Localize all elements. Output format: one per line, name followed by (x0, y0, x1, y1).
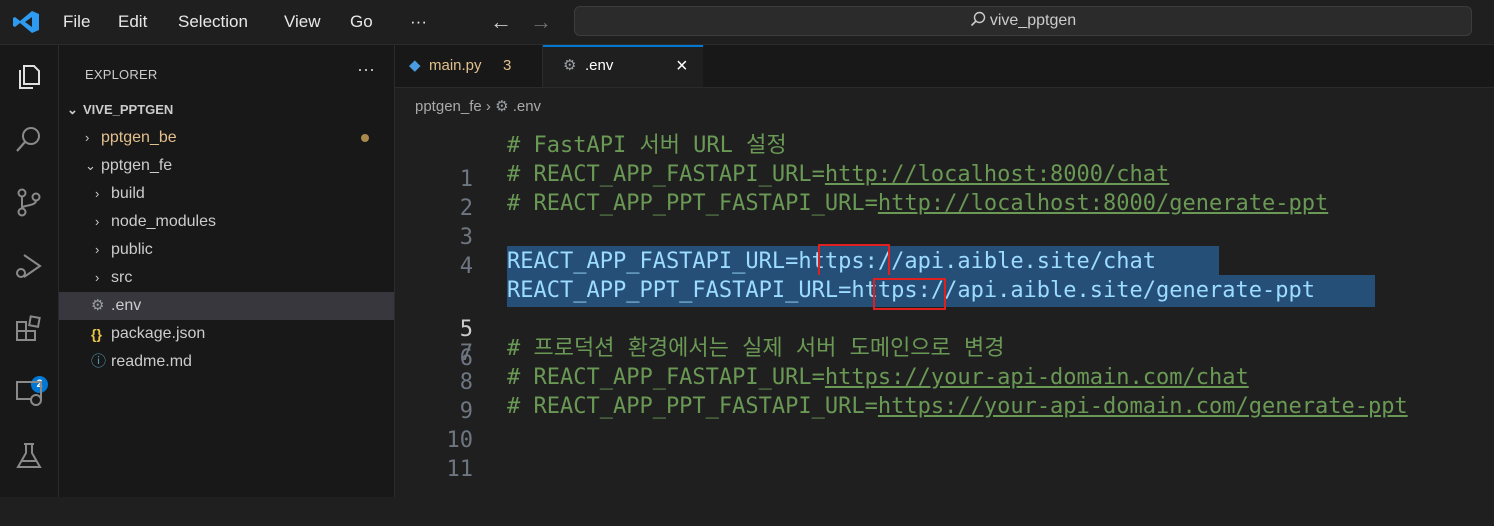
code-link[interactable]: http://localhost:8000/generate-ppt (878, 191, 1328, 216)
menu-more[interactable]: ··· (410, 0, 427, 44)
chevron-right-icon: › (95, 186, 100, 201)
explorer-icon[interactable] (12, 59, 46, 93)
line-number: 11 (446, 457, 474, 482)
forward-arrow-icon[interactable]: → (530, 10, 552, 34)
tree-item-env[interactable]: ⚙ .env (59, 292, 394, 320)
tree-item-label: pptgen_fe (101, 157, 173, 174)
tree-item-label: pptgen_be (101, 129, 177, 146)
chevron-right-icon: › (95, 214, 100, 229)
gear-icon: ⚙ (91, 297, 105, 314)
tree-item-build[interactable]: › build (59, 180, 394, 208)
tree-item-pptgen-fe[interactable]: ⌄ pptgen_fe (59, 152, 394, 180)
extensions-icon[interactable] (12, 313, 46, 347)
back-arrow-icon[interactable]: ← (490, 10, 512, 34)
tree-item-src[interactable]: › src (59, 264, 394, 292)
search-icon (970, 11, 986, 27)
tree-item-label: readme.md (111, 353, 192, 370)
chevron-right-icon: › (85, 130, 90, 145)
python-file-icon: ◆ (409, 57, 421, 74)
chevron-down-icon: ⌄ (67, 102, 78, 117)
title-bar: File Edit Selection View Go ··· ← → vive… (0, 0, 1494, 45)
activity-bar: 2 (0, 45, 59, 497)
menu-view[interactable]: View (284, 0, 321, 44)
tab-env[interactable]: ⚙ .env × (543, 45, 703, 87)
info-icon: ⓘ (91, 353, 107, 370)
tree-item-package-json[interactable]: {} package.json (59, 320, 394, 348)
vscode-logo-icon[interactable] (12, 10, 40, 34)
explorer-more-button[interactable]: ··· (357, 59, 375, 80)
editor-area: ◆ main.py 3 ⚙ .env × pptgen_fe › ⚙ .env … (395, 45, 1494, 497)
tab-bar: ◆ main.py 3 ⚙ .env × (395, 45, 1494, 88)
tree-item-label: node_modules (111, 213, 216, 230)
code-link[interactable]: https://your-api-domain.com/generate-ppt (878, 394, 1408, 419)
explorer-sidebar: EXPLORER ··· ⌄ VIVE_PPTGEN › pptgen_be ⌄… (59, 45, 395, 497)
tree-item-node-modules[interactable]: › node_modules (59, 208, 394, 236)
json-braces-icon: {} (91, 326, 102, 342)
tree-root-folder[interactable]: ⌄ VIVE_PPTGEN (59, 96, 394, 124)
chevron-down-icon: ⌄ (85, 158, 96, 173)
close-icon[interactable]: × (676, 47, 688, 85)
command-center-search[interactable]: vive_pptgen (574, 6, 1472, 36)
breadcrumb-file[interactable]: .env (513, 98, 541, 115)
tree-item-readme[interactable]: ⓘ readme.md (59, 348, 394, 376)
search-text: vive_pptgen (989, 12, 1077, 29)
tree-item-label: public (111, 241, 153, 258)
remote-explorer-icon[interactable] (12, 375, 46, 409)
menu-selection[interactable]: Selection (178, 0, 248, 44)
tab-main-py[interactable]: ◆ main.py 3 (395, 45, 543, 87)
explorer-title: EXPLORER (85, 67, 158, 82)
tree-item-label: src (111, 269, 133, 286)
code-link[interactable]: https://your-api-domain.com/chat (825, 365, 1249, 390)
tree-item-label: build (111, 185, 145, 202)
breadcrumb-separator-icon: › (485, 98, 491, 115)
run-debug-icon[interactable] (12, 249, 46, 283)
tree-item-label: package.json (111, 325, 206, 342)
search-icon[interactable] (12, 123, 46, 157)
tree-item-pptgen-be[interactable]: › pptgen_be (59, 124, 394, 152)
source-control-icon[interactable] (12, 185, 46, 219)
tab-problem-count: 3 (503, 57, 512, 74)
tab-label: main.py (429, 57, 482, 74)
chevron-right-icon: › (95, 270, 100, 285)
breadcrumb: pptgen_fe › ⚙ .env (415, 97, 541, 115)
modified-dot-icon (361, 134, 369, 142)
code-line: 11 (395, 419, 1494, 482)
gear-icon: ⚙ (495, 98, 509, 115)
menu-edit[interactable]: Edit (118, 0, 147, 44)
breadcrumb-folder[interactable]: pptgen_fe (415, 98, 482, 115)
testing-icon[interactable] (12, 439, 46, 473)
code-link[interactable]: http://localhost:8000/chat (825, 162, 1169, 187)
tree-item-label: .env (111, 297, 142, 314)
gear-icon: ⚙ (563, 57, 577, 74)
menu-file[interactable]: File (63, 0, 90, 44)
tab-label: .env (585, 57, 614, 74)
chevron-right-icon: › (95, 242, 100, 257)
menu-go[interactable]: Go (350, 0, 373, 44)
root-folder-label: VIVE_PPTGEN (83, 102, 174, 117)
tree-item-public[interactable]: › public (59, 236, 394, 264)
